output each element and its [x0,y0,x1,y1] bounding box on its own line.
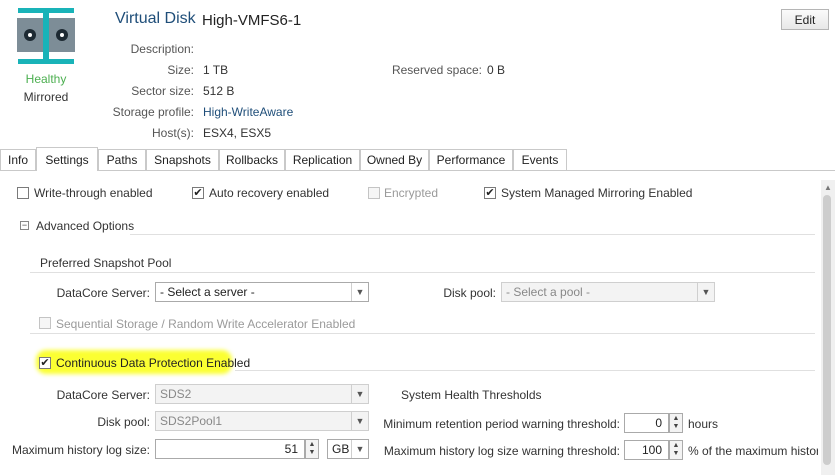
tab-events[interactable]: Events [513,149,567,170]
snapshot-pool-heading: Preferred Snapshot Pool [40,256,172,270]
sector-size-value: 512 B [203,84,235,98]
history-warning-input[interactable]: 100 [624,440,669,460]
hosts-label: Host(s): [152,126,194,140]
storage-profile-link[interactable]: High-WriteAware [203,105,293,119]
scrollbar-thumb[interactable] [823,195,831,465]
spin-down-icon: ▼ [672,450,680,457]
retention-threshold-input[interactable]: 0 [624,413,669,433]
chevron-down-icon: ▼ [351,385,368,403]
spin-up-icon: ▲ [672,442,680,449]
spin-up-icon: ▲ [672,415,680,422]
history-size-input[interactable]: 51 [155,439,305,459]
tab-snapshots[interactable]: Snapshots [146,149,219,170]
cdp-pool-value: SDS2Pool1 [160,414,223,428]
sequential-storage-checkbox[interactable] [39,317,51,329]
history-warning-unit-label: % of the maximum history l [688,444,818,458]
snapshot-server-select[interactable]: - Select a server - ▼ [155,282,369,302]
snapshot-server-label: DataCore Server: [56,286,150,300]
history-size-label: Maximum history log size: [11,443,150,457]
spin-down-icon: ▼ [308,449,316,456]
snapshot-pool-label: Disk pool: [443,286,496,300]
retention-threshold-spinner[interactable]: ▲ ▼ [669,413,683,433]
advanced-options-divider [130,234,815,235]
sequential-storage-label: Sequential Storage / Random Write Accele… [56,317,356,331]
health-thresholds-heading: System Health Thresholds [401,388,542,402]
snapshot-pool-value: - Select a pool - [506,285,591,299]
tab-settings[interactable]: Settings [36,147,98,171]
size-value: 1 TB [203,63,229,77]
tab-info[interactable]: Info [0,149,36,170]
snapshot-pool-select[interactable]: - Select a pool - ▼ [501,282,715,302]
snapshot-server-value: - Select a server - [160,285,255,299]
object-name-title: High-VMFS6-1 [202,12,302,29]
reserved-space-label: Reserved space: [391,63,482,77]
history-warning-spinner[interactable]: ▲ ▼ [669,440,683,460]
advanced-options-label: Advanced Options [36,219,135,233]
encrypted-label: Encrypted [384,186,439,200]
reserved-space-value: 0 B [487,63,506,77]
cdp-pool-label: Disk pool: [97,415,150,429]
storage-profile-label: Storage profile: [112,105,194,119]
tab-replication[interactable]: Replication [285,149,360,170]
snapshot-pool-divider [30,272,815,273]
auto-recovery-checkbox[interactable]: ✔ [192,187,204,199]
auto-recovery-label: Auto recovery enabled [209,186,330,200]
history-unit-value: GB [332,442,350,456]
retention-unit-label: hours [688,417,719,431]
chevron-down-icon: ▼ [697,283,714,301]
virtual-disk-icon [14,6,78,66]
edit-button[interactable]: Edit [781,9,829,30]
spin-up-icon: ▲ [308,441,316,448]
cdp-label: Continuous Data Protection Enabled [56,356,251,370]
cdp-server-select[interactable]: SDS2 ▼ [155,384,369,404]
write-through-label: Write-through enabled [34,186,153,200]
collapse-icon[interactable]: − [20,221,29,230]
system-mirroring-label: System Managed Mirroring Enabled [501,186,693,200]
cdp-checkbox[interactable]: ✔ [39,357,51,369]
sequential-divider [30,333,815,334]
cdp-divider [235,370,815,371]
encrypted-checkbox[interactable] [368,187,380,199]
system-mirroring-checkbox[interactable]: ✔ [484,187,496,199]
size-label: Size: [167,63,194,77]
tab-performance[interactable]: Performance [429,149,513,170]
chevron-down-icon: ▼ [351,440,368,458]
tab-strip-divider [0,170,835,171]
chevron-down-icon: ▼ [351,412,368,430]
history-warning-label: Maximum history log size warning thresho… [383,444,620,458]
write-through-checkbox[interactable] [17,187,29,199]
history-size-spinner[interactable]: ▲ ▼ [305,439,319,459]
sector-size-label: Sector size: [131,84,194,98]
tab-rollbacks[interactable]: Rollbacks [219,149,285,170]
chevron-down-icon: ▼ [351,283,368,301]
cdp-pool-select[interactable]: SDS2Pool1 ▼ [155,411,369,431]
retention-threshold-label: Minimum retention period warning thresho… [383,417,620,431]
description-label: Description: [130,42,194,56]
history-unit-select[interactable]: GB ▼ [327,439,369,459]
object-type-title: Virtual Disk [115,10,196,27]
cdp-server-value: SDS2 [160,387,192,401]
spin-down-icon: ▼ [672,423,680,430]
scroll-up-icon[interactable]: ▲ [821,180,835,194]
tab-owned-by[interactable]: Owned By [360,149,429,170]
cdp-server-label: DataCore Server: [56,388,150,402]
hosts-value: ESX4, ESX5 [203,126,272,140]
tab-paths[interactable]: Paths [98,149,146,170]
